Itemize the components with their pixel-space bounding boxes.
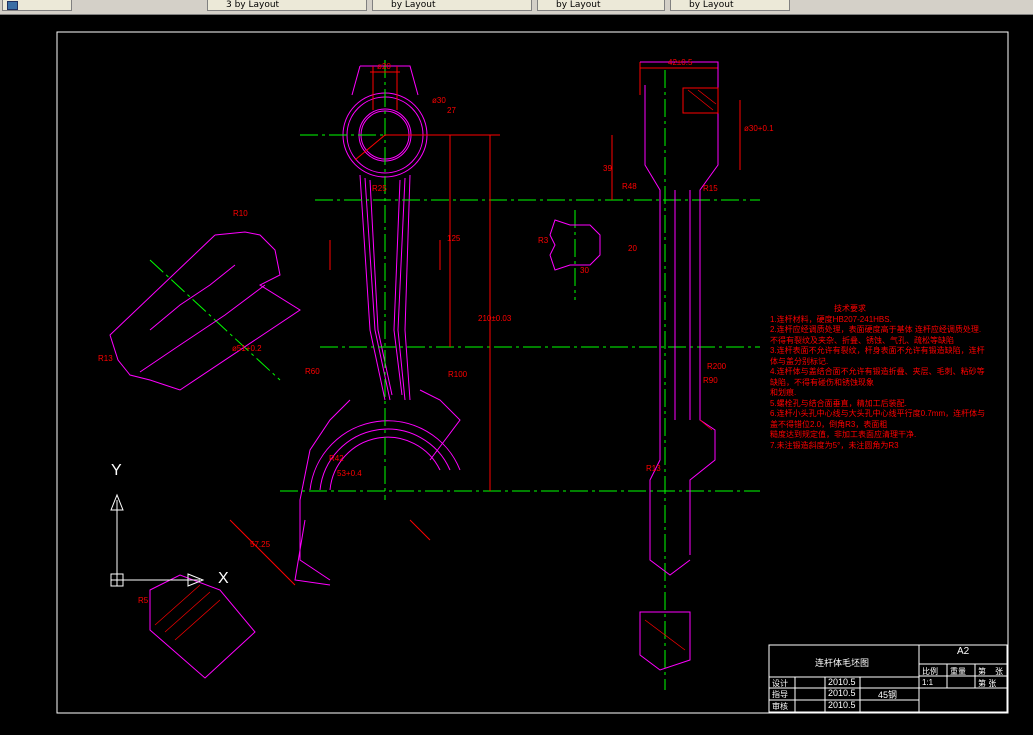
dim-r48: R48	[622, 182, 637, 191]
dim-30: 30	[580, 266, 589, 275]
col-sheets: 张	[995, 667, 1003, 676]
drawing-canvas[interactable]: Y X ø20 ø30 27 R25 125 210±0.03 R10 R13 …	[0, 14, 1033, 735]
tab-layout-4[interactable]: by Layout	[670, 0, 790, 11]
dim-r42: R42	[329, 454, 344, 463]
dim-20: 20	[628, 244, 637, 253]
ucs-y-label: Y	[111, 462, 122, 479]
dim-r200: R200	[707, 362, 727, 371]
notes-line: 糙度达到规定值，非加工表面应清理干净.	[770, 430, 917, 439]
tab-layout-1[interactable]: 3 by Layout	[207, 0, 367, 11]
role-design: 设计	[772, 679, 788, 688]
date-design: 2010.5	[828, 677, 856, 687]
col-sheet: 第	[978, 667, 986, 676]
drawing-name: 连杆体毛坯图	[815, 658, 870, 668]
col-weight: 重量	[950, 667, 966, 676]
notes-line: 5.螺栓孔与结合面垂直，精加工后装配.	[770, 398, 907, 408]
dim-w42: 42±0.5	[668, 58, 693, 67]
notes-line: 6.连杆小头孔中心线与大头孔中心线平行度0.7mm，连杆体与盖不得错位2.0，倒…	[770, 409, 986, 429]
notes-line: 4.连杆体与盖结合面不允许有锻造折叠、夹层、毛刺、粘砂等缺陷，不得有碰伤和锈蚀现…	[770, 367, 985, 387]
technical-requirements: 技术要求 1.连杆材料，硬度HB207-241HBS. 2.连杆应经调质处理，表…	[770, 304, 990, 451]
dim-r100: R100	[448, 370, 468, 379]
tab-layout-2[interactable]: by Layout	[372, 0, 532, 11]
notes-title: 技术要求	[834, 304, 866, 313]
ucs-x-label: X	[218, 570, 229, 587]
notes-line: 1.连杆材料，硬度HB207-241HBS.	[770, 314, 892, 324]
dim-125: 125	[447, 234, 461, 243]
hatching	[154, 89, 717, 651]
notes-line: 不得有裂纹及夹杂、折叠、锈蚀、气孔、疏松等缺陷	[770, 335, 954, 345]
tab-layout-3[interactable]: by Layout	[537, 0, 665, 11]
sheet-size: A2	[957, 646, 970, 657]
dim-r13: R13	[98, 354, 113, 363]
dim-r90: R90	[703, 376, 718, 385]
dim-d20: ø20	[377, 62, 391, 71]
dim-r5: R5	[138, 596, 149, 605]
dim-d30b: ø30+0.1	[744, 124, 774, 133]
dim-r60: R60	[305, 367, 320, 376]
tab-model[interactable]	[2, 0, 72, 11]
bottom-left-section	[149, 574, 256, 679]
role-review: 审核	[772, 702, 788, 711]
dim-r25: R25	[372, 184, 387, 193]
date-drawing: 2010.5	[828, 688, 856, 698]
dim-r15: R15	[703, 184, 718, 193]
dim-d51: ø51+0.2	[232, 344, 262, 353]
drawing-icon	[7, 1, 18, 10]
role-drawing: 指导	[772, 690, 788, 699]
sheet-total: 第 张	[978, 679, 997, 688]
title-block-grid	[768, 644, 1008, 713]
dim-r27: 27	[447, 106, 456, 115]
notes-line: 7.未注锻造斜度为5°，未注圆角为R3	[770, 440, 899, 450]
date-review: 2010.5	[828, 700, 856, 710]
ucs-icon	[110, 493, 205, 587]
rod-front-view	[294, 65, 461, 586]
dim-r13b: R13	[646, 464, 661, 473]
notes-line: 2.连杆应经调质处理，表面硬度高于基体 连杆应经调质处理.	[770, 325, 982, 334]
notes-line: 和划痕.	[770, 388, 797, 397]
layout-tab-bar: 3 by Layout by Layout by Layout by Layou…	[0, 0, 1033, 15]
dim-r3: R3	[538, 236, 549, 245]
dim-53: 53+0.4	[337, 469, 362, 478]
material: 45钢	[878, 690, 898, 700]
notes-line: 3.连杆表面不允许有裂纹，杆身表面不允许有锻造缺陷，连杆体与盖分别标记.	[770, 346, 985, 366]
col-scale: 比例	[922, 667, 938, 676]
dim-210: 210±0.03	[478, 314, 512, 323]
dimension-lines	[229, 62, 741, 586]
dim-57: 57.25	[250, 540, 271, 549]
scale-value: 1:1	[922, 678, 934, 687]
dim-r10: R10	[233, 209, 248, 218]
dim-39: 39	[603, 164, 612, 173]
dim-d30: ø30	[432, 96, 446, 105]
